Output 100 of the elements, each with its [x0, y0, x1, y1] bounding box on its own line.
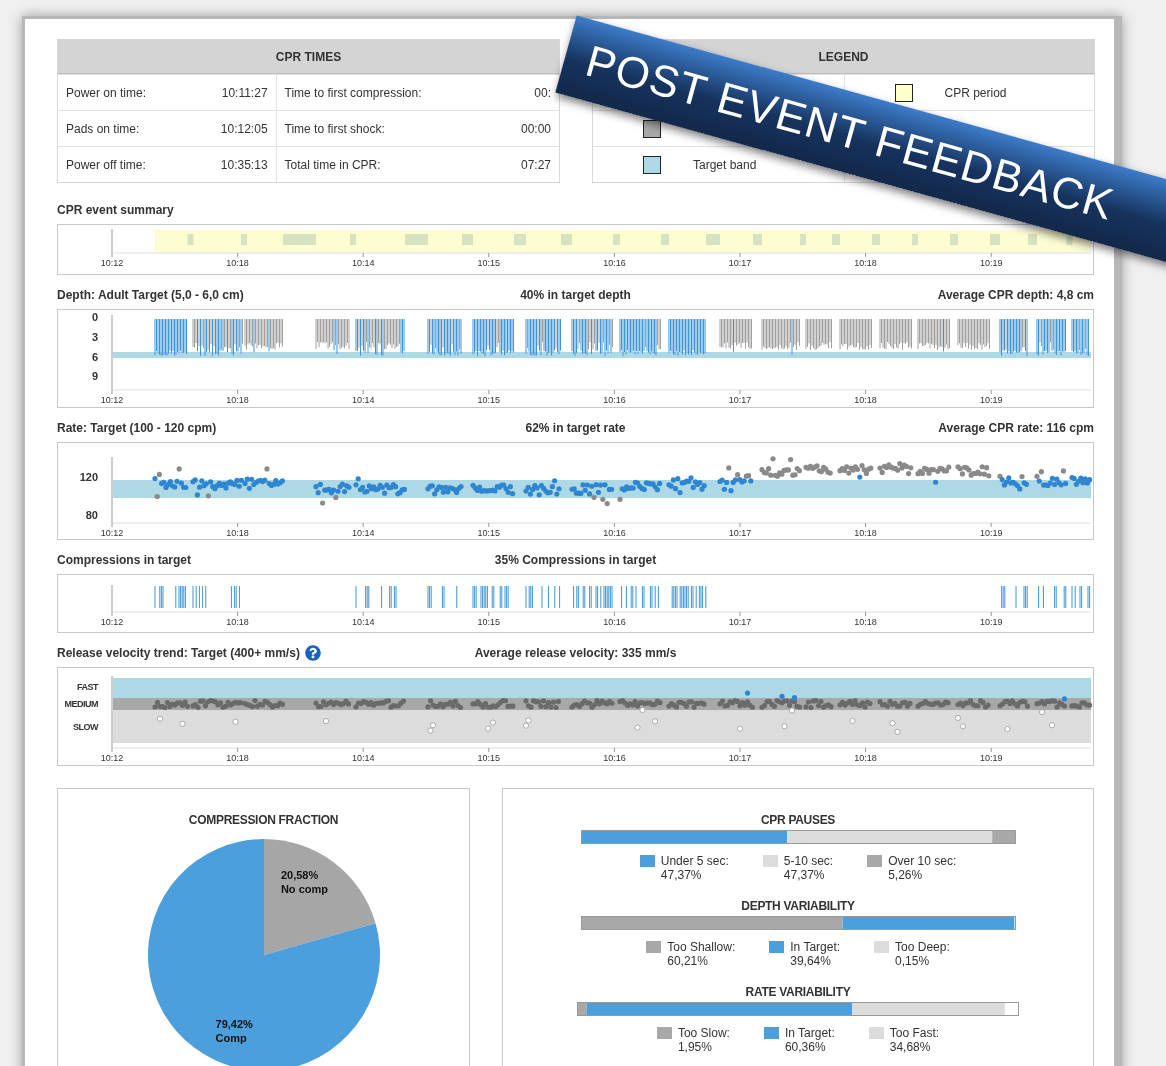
axis-label: 10:12	[100, 258, 124, 268]
chart-summary: 40% in target depth	[520, 288, 631, 302]
axis-label: 10:18	[226, 258, 249, 268]
chart-average: Average CPR depth: 4,8 cm	[936, 288, 1094, 302]
axis-label: 10:19	[979, 258, 1003, 268]
chart-title: CPR event summary	[57, 203, 174, 217]
chart-title: Compressions in target	[57, 553, 192, 567]
legend-label: In Target:	[790, 940, 841, 954]
slice-value: 79,42%	[215, 1017, 253, 1030]
axis-label: 10:15	[477, 753, 501, 763]
axis-label: 10:12	[100, 395, 124, 405]
panel-title: CPR PAUSES	[760, 813, 836, 827]
slice-label: Comp	[215, 1031, 247, 1044]
axis-label: 10:18	[226, 753, 249, 763]
axis-label: 10:18	[854, 528, 877, 538]
time-label: Time to first shock:	[284, 121, 385, 136]
axis-label: 10:18	[854, 395, 877, 405]
time-value: 10:11:27	[221, 85, 268, 100]
time-value: 10:12:05	[220, 121, 268, 136]
legend-value: 60,21%	[667, 954, 709, 968]
axis-label: 10:18	[854, 258, 877, 268]
chart-summary: 62% in target rate	[525, 421, 626, 435]
axis-label: FAST	[77, 682, 98, 692]
axis-label: 10:17	[728, 753, 752, 763]
axis-label: 10:14	[351, 395, 375, 405]
table-header: CPR TIMES	[58, 40, 559, 74]
legend-label: Under 5 sec:	[660, 854, 729, 868]
chart-title: Release velocity trend: Target (400+ mm/s)	[57, 646, 300, 660]
legend-value: 39,64%	[790, 954, 832, 968]
axis-label: 10:18	[854, 753, 877, 763]
legend-label: Too Shallow:	[667, 940, 736, 954]
time-label: Time to first compression:	[284, 85, 422, 100]
time-label: Pads on time:	[66, 121, 140, 136]
axis-label: MEDIUM	[64, 699, 98, 709]
axis-label: 10:18	[854, 617, 877, 627]
axis-label: 10:19	[979, 395, 1003, 405]
chart-title: Depth: Adult Target (5,0 - 6,0 cm)	[57, 288, 244, 302]
axis-label: SLOW	[73, 722, 98, 732]
axis-label: 10:15	[477, 258, 501, 268]
legend-label: Too Deep:	[895, 940, 950, 954]
axis-label: 10:18	[226, 617, 249, 627]
axis-label: 10:17	[728, 258, 752, 268]
axis-label: 10:14	[351, 753, 375, 763]
time-value: 00:00	[520, 121, 551, 136]
axis-label: 0	[91, 311, 98, 323]
time-label: Power on time:	[66, 85, 147, 100]
axis-label: 10:12	[100, 528, 124, 538]
slice-value: 20,58%	[280, 869, 318, 882]
legend-value: 47,37%	[660, 868, 703, 882]
time-label: Total time in CPR:	[284, 157, 381, 172]
axis-label: 10:19	[979, 528, 1003, 538]
axis-label: 10:16	[603, 753, 626, 763]
axis-label: 10:16	[603, 617, 626, 627]
legend-value: 34,68%	[889, 1040, 932, 1054]
legend-label: CPR period	[944, 85, 1007, 100]
chart-summary: 35% Compressions in target	[494, 553, 657, 567]
axis-label: 10:12	[100, 617, 124, 627]
time-value: 07:27	[520, 157, 551, 172]
axis-label: 10:12	[100, 753, 124, 763]
axis-label: 10:17	[728, 395, 752, 405]
slice-label: No comp	[280, 883, 328, 896]
axis-label: 120	[79, 471, 98, 483]
axis-label: 10:14	[351, 617, 375, 627]
axis-label: 10:19	[979, 753, 1003, 763]
axis-label: 6	[91, 351, 98, 363]
axis-label: 10:14	[351, 258, 375, 268]
axis-label: 10:18	[226, 395, 249, 405]
legend-label: In Target:	[784, 1026, 835, 1040]
axis-label: 10:14	[351, 528, 375, 538]
legend-value: 1,95%	[677, 1040, 713, 1054]
axis-label: 10:15	[477, 617, 501, 627]
legend-label: Too Slow:	[677, 1026, 730, 1040]
panel-title: RATE VARIABILITY	[745, 985, 851, 999]
axis-label: 10:15	[477, 395, 501, 405]
panel-title: COMPRESSION FRACTION	[188, 813, 339, 827]
legend-value: 60,36%	[784, 1040, 827, 1054]
legend-label: Target band	[693, 157, 757, 172]
legend-label: 5-10 sec:	[783, 854, 834, 868]
axis-label: 80	[85, 509, 98, 521]
legend-value: 5,26%	[888, 868, 924, 882]
time-value: 00:	[534, 85, 551, 100]
legend-value: 0,15%	[895, 954, 931, 968]
legend-label: Over 10 sec:	[888, 854, 957, 868]
axis-label: 3	[91, 331, 98, 343]
axis-label: 10:15	[477, 528, 501, 538]
axis-label: 10:17	[728, 617, 752, 627]
axis-label: 9	[91, 370, 98, 382]
legend-label: Too Fast:	[889, 1026, 940, 1040]
chart-summary: Average release velocity: 335 mm/s	[474, 646, 677, 660]
axis-label: 10:16	[603, 528, 626, 538]
axis-label: 10:16	[603, 258, 626, 268]
legend-value: 47,37%	[783, 868, 826, 882]
panel-title: DEPTH VARIABILITY	[741, 899, 855, 913]
axis-label: 10:17	[728, 528, 752, 538]
axis-label: 10:18	[226, 528, 249, 538]
axis-label: 10:19	[979, 617, 1003, 627]
help-icon[interactable]	[304, 645, 321, 661]
chart-average: Average CPR rate: 116 cpm	[937, 421, 1094, 435]
time-label: Power off time:	[66, 157, 146, 172]
axis-label: 10:16	[603, 395, 626, 405]
